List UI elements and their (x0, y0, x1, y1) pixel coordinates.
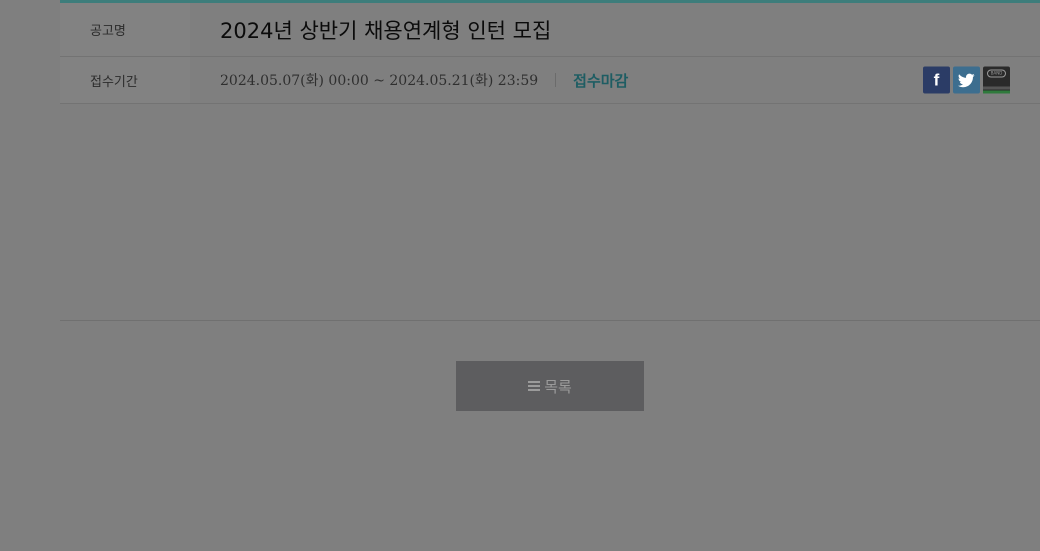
period-label: 접수기간 (60, 57, 190, 103)
title-value-cell: 2024년 상반기 채용연계형 인턴 모집 (190, 3, 1040, 56)
title-label: 공고명 (60, 3, 190, 56)
facebook-icon: f (933, 70, 940, 89)
band-icon: BAND (987, 69, 1006, 78)
period-value-cell: 2024.05.07(화) 00:00 ~ 2024.05.21(화) 23:5… (190, 57, 1040, 103)
band-share-button[interactable]: BAND (983, 66, 1010, 94)
share-buttons: f BAND (923, 66, 1010, 94)
band-icon-stripes (983, 86, 1010, 94)
notice-content-divider (60, 320, 1040, 321)
facebook-share-button[interactable]: f (923, 66, 950, 94)
list-icon (528, 381, 541, 391)
notice-title: 2024년 상반기 채용연계형 인턴 모집 (220, 18, 552, 43)
application-period: 2024.05.07(화) 00:00 ~ 2024.05.21(화) 23:5… (220, 73, 539, 89)
notice-period-row: 접수기간 2024.05.07(화) 00:00 ~ 2024.05.21(화)… (60, 57, 1040, 104)
list-button[interactable]: 목록 (456, 361, 644, 411)
band-icon-label: BAND (990, 70, 1003, 76)
twitter-share-button[interactable] (953, 66, 980, 94)
list-button-label: 목록 (544, 377, 572, 396)
notice-title-row: 공고명 2024년 상반기 채용연계형 인턴 모집 (60, 3, 1040, 57)
period-divider (555, 73, 557, 87)
status-badge: 접수마감 (573, 71, 629, 90)
notice-info-table: 공고명 2024년 상반기 채용연계형 인턴 모집 접수기간 2024.05.0… (60, 3, 1040, 104)
twitter-bird-icon (958, 73, 975, 87)
